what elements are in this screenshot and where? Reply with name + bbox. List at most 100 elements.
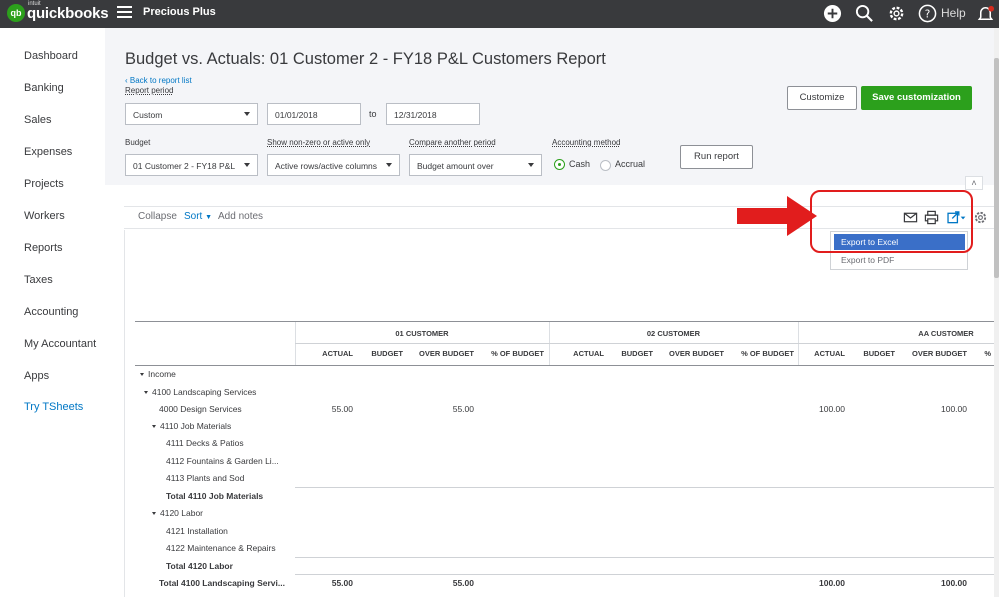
- plus-icon[interactable]: [823, 4, 842, 23]
- collapse-caret-icon: [152, 425, 156, 428]
- brand-name[interactable]: quickbooks: [27, 5, 109, 22]
- table-row[interactable]: 4100 Landscaping Services: [144, 387, 256, 397]
- table-cell[interactable]: 100.00: [897, 578, 967, 588]
- table-cell[interactable]: 55.00: [295, 578, 353, 588]
- group-header-rule: [295, 343, 994, 344]
- back-to-report-list-link[interactable]: ‹ Back to report list: [125, 76, 192, 85]
- scrollbar-thumb[interactable]: [994, 58, 999, 278]
- scroll-up-icon[interactable]: ˄: [965, 176, 983, 190]
- compare-period-select[interactable]: Budget amount over: [409, 154, 542, 176]
- report-period-label: Report period: [125, 86, 174, 95]
- cash-radio-label: Cash: [569, 159, 591, 169]
- table-cell[interactable]: 55.00: [295, 404, 353, 414]
- table-cell[interactable]: 55.00: [405, 578, 474, 588]
- column-header[interactable]: OVER BUDGET: [655, 349, 724, 358]
- table-row[interactable]: 4110 Job Materials: [152, 421, 231, 431]
- column-header[interactable]: BUDGET: [847, 349, 895, 358]
- column-header[interactable]: OVER BUDGET: [405, 349, 474, 358]
- column-header-rule: [135, 365, 994, 366]
- compare-period-label: Compare another period: [409, 138, 496, 147]
- sort-dropdown[interactable]: Sort ▼: [184, 211, 212, 222]
- sidebar-item-projects[interactable]: Projects: [24, 178, 64, 190]
- sidebar-item-accounting[interactable]: Accounting: [24, 306, 78, 318]
- row-label: 4100 Landscaping Services: [152, 387, 257, 397]
- chevron-down-icon: [244, 112, 250, 116]
- total-rule: [295, 574, 994, 575]
- table-row[interactable]: 4000 Design Services: [159, 404, 242, 414]
- table-row[interactable]: 4112 Fountains & Garden Li...: [166, 456, 279, 466]
- save-customization-button[interactable]: Save customization: [861, 86, 972, 110]
- sidebar-item-expenses[interactable]: Expenses: [24, 146, 72, 158]
- table-row[interactable]: Total 4120 Labor: [166, 561, 233, 571]
- annotation-arrow-icon: [737, 196, 817, 236]
- table-row[interactable]: Total 4110 Job Materials: [166, 491, 263, 501]
- subtotal-rule: [295, 557, 994, 558]
- report-period-select[interactable]: Custom: [125, 103, 258, 125]
- help-icon[interactable]: ?: [918, 4, 937, 23]
- show-nonzero-select[interactable]: Active rows/active columns: [267, 154, 400, 176]
- compare-period-value: Budget amount over: [417, 161, 494, 171]
- sidebar-item-dashboard[interactable]: Dashboard: [24, 50, 78, 62]
- bell-icon[interactable]: [976, 4, 995, 23]
- customize-button[interactable]: Customize: [787, 86, 857, 110]
- quickbooks-logo[interactable]: qb: [7, 4, 25, 22]
- settings-icon[interactable]: [973, 210, 988, 225]
- sidebar-item-my-accountant[interactable]: My Accountant: [24, 338, 96, 350]
- collapse-caret-icon: [144, 391, 148, 394]
- sidebar-item-reports[interactable]: Reports: [24, 242, 63, 254]
- sidebar-item-try-tsheets[interactable]: Try TSheets: [24, 401, 83, 413]
- column-header[interactable]: ACTUAL: [798, 349, 845, 358]
- export-to-pdf-item[interactable]: Export to PDF: [834, 252, 965, 268]
- run-report-button[interactable]: Run report: [680, 145, 753, 169]
- page-scrollbar[interactable]: [994, 28, 999, 597]
- table-row[interactable]: 4113 Plants and Sod: [166, 473, 244, 483]
- table-cell[interactable]: 55.00: [405, 404, 474, 414]
- column-header[interactable]: % OF BUDGET: [726, 349, 794, 358]
- sidebar-item-sales[interactable]: Sales: [24, 114, 52, 126]
- sidebar-item-banking[interactable]: Banking: [24, 82, 64, 94]
- sidebar-item-apps[interactable]: Apps: [24, 370, 49, 382]
- show-nonzero-label: Show non-zero or active only: [267, 138, 371, 147]
- date-to-label: to: [369, 109, 377, 119]
- table-top-rule: [135, 321, 994, 322]
- collapse-link[interactable]: Collapse: [138, 211, 177, 222]
- sidebar-item-workers[interactable]: Workers: [24, 210, 65, 222]
- end-date-input[interactable]: 12/31/2018: [386, 103, 480, 125]
- accrual-radio[interactable]: [600, 160, 611, 171]
- chevron-down-icon: ▼: [205, 214, 213, 221]
- column-header[interactable]: BUDGET: [355, 349, 403, 358]
- table-row[interactable]: 4121 Installation: [166, 526, 228, 536]
- budget-value: 01 Customer 2 - FY18 P&L: [133, 161, 236, 171]
- cash-radio[interactable]: [555, 160, 564, 169]
- budget-select[interactable]: 01 Customer 2 - FY18 P&L: [125, 154, 258, 176]
- accrual-radio-label: Accrual: [615, 159, 646, 169]
- table-row[interactable]: Total 4100 Landscaping Servi...: [159, 578, 285, 588]
- page-title: Budget vs. Actuals: 01 Customer 2 - FY18…: [125, 50, 606, 68]
- row-label: Income: [148, 369, 176, 379]
- chevron-down-icon: [244, 163, 250, 167]
- column-header[interactable]: % OF BUDGET: [476, 349, 544, 358]
- search-icon[interactable]: [855, 4, 874, 23]
- back-link-label: Back to report list: [129, 76, 192, 85]
- subtotal-rule: [295, 487, 994, 488]
- svg-text:?: ?: [925, 8, 931, 20]
- table-cell[interactable]: 100.00: [897, 404, 967, 414]
- sidebar-item-taxes[interactable]: Taxes: [24, 274, 53, 286]
- help-label[interactable]: Help: [941, 6, 966, 20]
- collapse-caret-icon: [152, 512, 156, 515]
- table-row[interactable]: 4111 Decks & Patios: [166, 438, 244, 448]
- table-row[interactable]: 4122 Maintenance & Repairs: [166, 543, 276, 553]
- table-row[interactable]: Income: [140, 369, 176, 379]
- table-cell[interactable]: 100.00: [798, 578, 845, 588]
- column-header[interactable]: OVER BUDGET: [897, 349, 967, 358]
- add-notes-link[interactable]: Add notes: [218, 211, 263, 222]
- table-row[interactable]: 4120 Labor: [152, 508, 203, 518]
- column-header[interactable]: %: [969, 349, 991, 358]
- column-header[interactable]: BUDGET: [606, 349, 653, 358]
- menu-icon[interactable]: [117, 6, 132, 18]
- column-header[interactable]: ACTUAL: [295, 349, 353, 358]
- gear-icon[interactable]: [887, 4, 906, 23]
- start-date-input[interactable]: 01/01/2018: [267, 103, 361, 125]
- column-header[interactable]: ACTUAL: [549, 349, 604, 358]
- table-cell[interactable]: 100.00: [798, 404, 845, 414]
